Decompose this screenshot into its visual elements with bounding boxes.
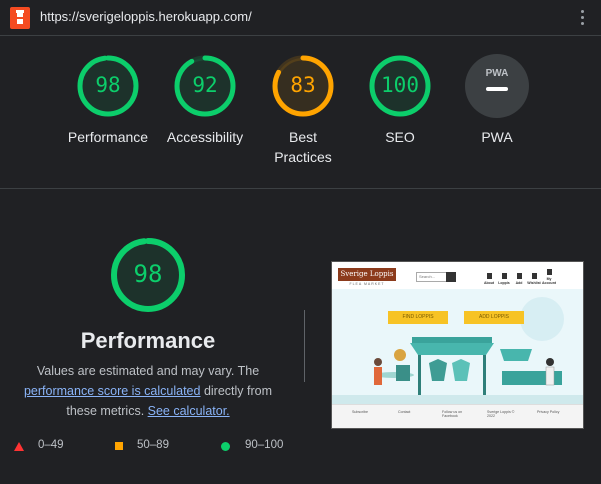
gauge-performance[interactable]: 98 Performance: [58, 53, 158, 147]
score-legend: 0–49 50–89 90–100: [0, 439, 300, 455]
performance-heading: Performance: [80, 328, 216, 353]
legend-fail: 0–49: [14, 439, 64, 451]
pwa-label: PWA: [481, 129, 513, 145]
legend-average-range: 50–89: [137, 439, 169, 451]
vertical-divider: [304, 310, 305, 382]
legend-pass-range: 90–100: [245, 439, 284, 451]
thumb-footer-contact: Contact: [398, 410, 411, 414]
gauge-seo[interactable]: 100 SEO: [350, 53, 450, 147]
pwa-gauge-ring: PWA: [465, 54, 529, 118]
thumb-nav-about: About: [482, 273, 496, 285]
thumb-search-icon: [446, 272, 456, 282]
best-practices-label: Best Practices: [274, 129, 332, 165]
thumb-nav-add: Add: [512, 273, 526, 285]
triangle-icon: [14, 442, 24, 451]
pwa-badge-text: PWA: [486, 68, 509, 79]
flea-market-illustration: [332, 297, 583, 404]
thumb-nav: About Loppis Add Wishlist My Account: [482, 269, 582, 289]
performance-score: 98: [95, 73, 121, 97]
seo-label: SEO: [385, 129, 415, 145]
thumb-find-loppis-button: FIND LOPPIS: [388, 311, 448, 324]
thumb-footer: Subscribe Contact Follow us on Facebook …: [332, 404, 583, 428]
thumb-search-input: Search...: [416, 272, 448, 282]
see-calculator-link[interactable]: See calculator.: [148, 404, 230, 418]
performance-large-score: 98: [133, 260, 163, 288]
gauge-pwa[interactable]: PWA PWA: [447, 53, 547, 147]
pwa-dash-icon: [486, 87, 508, 91]
report-url[interactable]: https://sverigeloppis.herokuapp.com/: [40, 9, 252, 24]
accessibility-label: Accessibility: [166, 129, 244, 145]
best-practices-score: 83: [290, 73, 316, 97]
gauge-accessibility[interactable]: 92 Accessibility: [155, 53, 255, 147]
section-divider: [0, 188, 601, 189]
thumb-footer-privacy: Privacy Policy: [537, 410, 560, 414]
seo-score: 100: [381, 73, 419, 97]
gauge-best-practices[interactable]: 83 Best Practices: [253, 53, 353, 167]
thumb-footer-copyright: Sverige Loppis © 2022: [487, 410, 515, 418]
thumb-nav-account: My Account: [542, 269, 556, 285]
page-screenshot-thumbnail[interactable]: Sverige Loppis FLEA MARKET Search... Abo…: [331, 261, 584, 429]
thumb-footer-subscribe: Subscribe: [352, 410, 368, 414]
legend-average: 50–89: [115, 439, 169, 451]
square-icon: [115, 442, 123, 450]
more-options-icon[interactable]: [579, 10, 585, 28]
legend-fail-range: 0–49: [38, 439, 64, 451]
thumb-hero-illustration: [332, 289, 583, 404]
address-bar: https://sverigeloppis.herokuapp.com/: [0, 0, 601, 36]
accessibility-score: 92: [192, 73, 218, 97]
performance-label: Performance: [67, 129, 149, 145]
circle-icon: [221, 442, 230, 451]
thumb-footer-facebook: Follow us on Facebook: [442, 410, 463, 418]
thumb-add-loppis-button: ADD LOPPIS: [464, 311, 524, 324]
thumb-nav-loppis: Loppis: [497, 273, 511, 285]
desc-text-1: Values are estimated and may vary. The: [36, 364, 260, 378]
score-calculated-link[interactable]: performance score is calculated: [24, 384, 200, 398]
performance-description: Values are estimated and may vary. The p…: [20, 361, 276, 421]
thumb-nav-wishlist: Wishlist: [527, 273, 541, 285]
legend-pass: 90–100: [221, 439, 283, 451]
thumb-tagline: FLEA MARKET: [349, 282, 385, 286]
thumb-logo: Sverige Loppis: [338, 268, 396, 281]
lighthouse-icon: [10, 7, 30, 29]
